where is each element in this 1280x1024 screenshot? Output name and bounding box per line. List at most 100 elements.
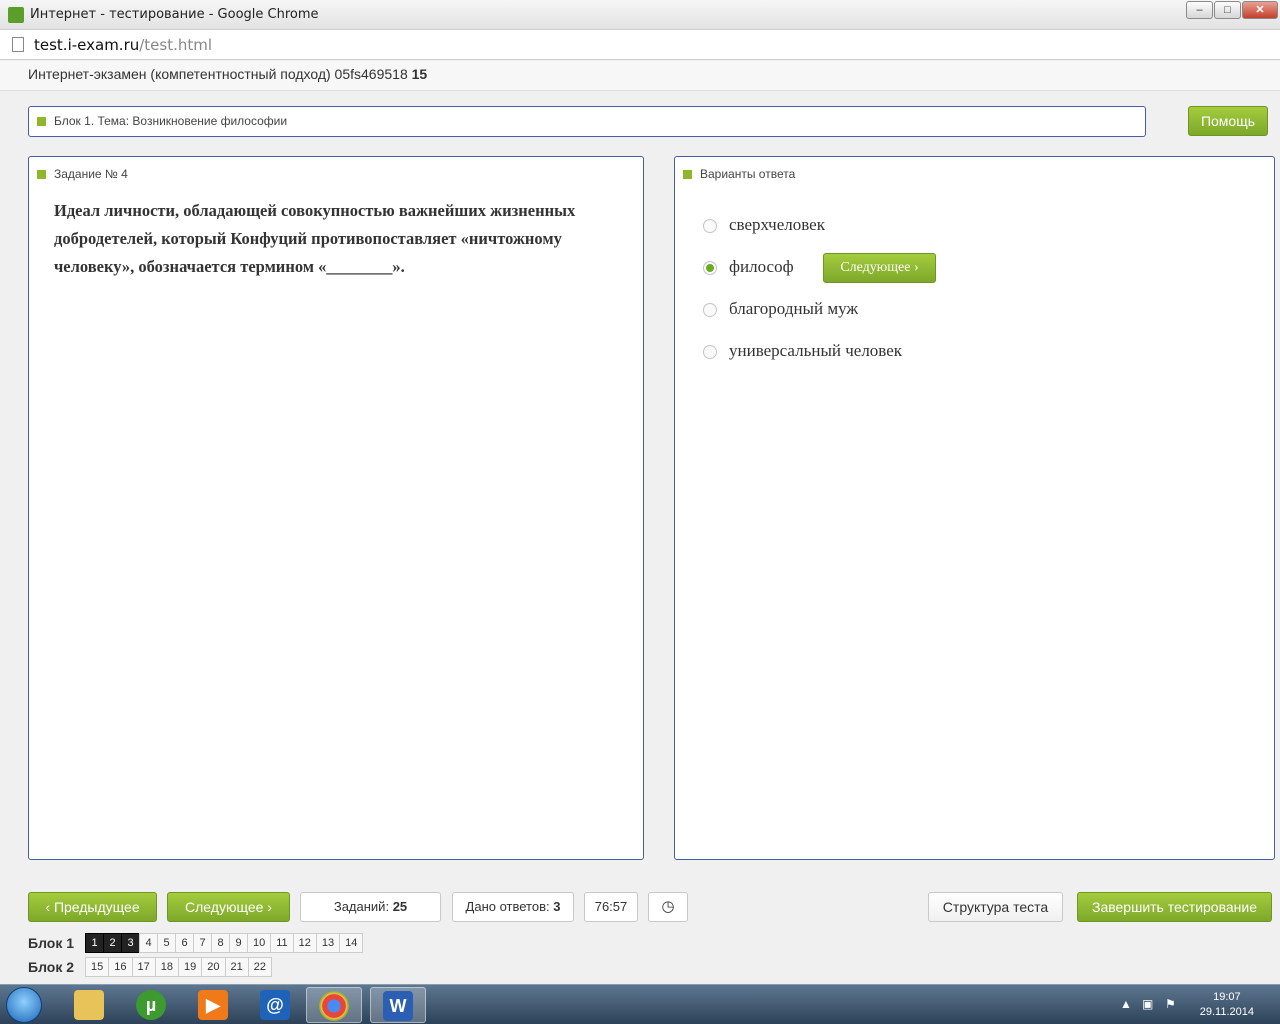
task-number-button[interactable]: 7 xyxy=(193,933,212,953)
task-number-button[interactable]: 18 xyxy=(154,957,179,977)
answer-option-text: универсальный человек xyxy=(729,341,903,360)
next-inline-button[interactable]: Следующее › xyxy=(823,253,936,283)
task-number-button[interactable]: 5 xyxy=(157,933,176,953)
media-player-icon: ▶ xyxy=(198,990,228,1020)
tasks-count-box: Заданий: 25 xyxy=(300,892,441,922)
url-host: test.i-exam.ru xyxy=(34,36,140,54)
windows-taskbar: µ ▶ @ W ▲ ▣ ⚑ 19:07 29.11.2014 xyxy=(0,984,1280,1024)
tasks-label: Заданий: xyxy=(333,899,390,914)
block-topic-label: Блок 1. Тема: Возникновение философии xyxy=(37,114,287,128)
taskbar-media-player[interactable]: ▶ xyxy=(186,987,242,1023)
chevron-left-icon: ‹ xyxy=(45,899,51,915)
task-number-button[interactable]: 4 xyxy=(139,933,158,953)
window-title: Интернет - тестирование - Google Chrome xyxy=(30,7,319,22)
timer-display: 76:57 xyxy=(584,892,638,922)
test-structure-button[interactable]: Структура теста xyxy=(928,892,1063,922)
exam-title-line: Интернет-экзамен (компетентностный подхо… xyxy=(28,66,427,82)
taskbar-mail-agent[interactable]: @ xyxy=(248,987,304,1023)
chrome-icon xyxy=(319,991,349,1021)
block-1-label: Блок 1 xyxy=(28,935,75,951)
start-button[interactable] xyxy=(6,987,42,1023)
url-text[interactable]: test.i-exam.ru/test.html xyxy=(34,36,212,54)
minimize-button[interactable]: – xyxy=(1186,1,1213,19)
task-panel: Задание № 4 Идеал личности, обладающей с… xyxy=(28,156,644,860)
task-number-button[interactable]: 14 xyxy=(339,933,364,953)
previous-label: Предыдущее xyxy=(53,899,140,915)
address-bar[interactable]: test.i-exam.ru/test.html xyxy=(0,30,1280,60)
task-number-button[interactable]: 1 xyxy=(85,933,104,953)
help-button[interactable]: Помощь xyxy=(1188,106,1268,136)
answers-label: Варианты ответа xyxy=(683,167,795,181)
tray-arrow-icon[interactable]: ▲ xyxy=(1120,997,1132,1011)
block-2-label: Блок 2 xyxy=(28,959,75,975)
word-icon: W xyxy=(383,991,413,1021)
close-button[interactable]: ✕ xyxy=(1242,1,1278,19)
task-label: Задание № 4 xyxy=(37,167,128,181)
radio-button-selected[interactable] xyxy=(703,261,717,275)
tasks-count: 25 xyxy=(392,899,408,914)
page-icon xyxy=(12,37,24,52)
maximize-button[interactable]: □ xyxy=(1214,1,1241,19)
answer-panel: Варианты ответа сверхчеловек философ Сле… xyxy=(674,156,1275,860)
task-number-button[interactable]: 3 xyxy=(121,933,140,953)
network-icon[interactable]: ▣ xyxy=(1142,997,1153,1011)
clock-time: 19:07 xyxy=(1213,991,1241,1003)
folder-icon xyxy=(74,990,104,1020)
taskbar-explorer[interactable] xyxy=(62,987,118,1023)
question-text: Идеал личности, обладающей совокупностью… xyxy=(54,201,576,276)
block-2-task-list: 15 16 17 18 19 20 21 22 xyxy=(85,957,272,977)
task-number-button[interactable]: 17 xyxy=(131,957,156,977)
url-path: /test.html xyxy=(139,36,213,54)
next-label: Следующее xyxy=(185,899,264,915)
clock-icon-button[interactable]: ◷ xyxy=(648,892,688,922)
answers-count-label: Дано ответов: xyxy=(465,899,550,914)
exam-header: Интернет-экзамен (компетентностный подхо… xyxy=(0,61,1280,91)
task-number-button[interactable]: 10 xyxy=(247,933,272,953)
radio-button[interactable] xyxy=(703,345,717,359)
block-1-task-list: 1 2 3 4 5 6 7 8 9 10 11 12 13 14 xyxy=(85,933,364,953)
answers-title: Варианты ответа xyxy=(700,167,796,181)
task-number-button[interactable]: 9 xyxy=(229,933,248,953)
exam-number: 15 xyxy=(411,66,428,82)
previous-button[interactable]: ‹ Предыдущее xyxy=(28,892,157,922)
answer-option-text: философ xyxy=(729,257,794,276)
chevron-right-icon: › xyxy=(913,260,919,275)
answers-count-box: Дано ответов: 3 xyxy=(452,892,574,922)
answers-count: 3 xyxy=(553,899,561,914)
task-number: Задание № 4 xyxy=(54,167,128,181)
task-number-button[interactable]: 22 xyxy=(247,957,272,977)
task-number-button[interactable]: 13 xyxy=(315,933,341,953)
task-number-button[interactable]: 11 xyxy=(270,933,294,953)
task-number-button[interactable]: 12 xyxy=(292,933,317,953)
task-number-button[interactable]: 20 xyxy=(201,957,226,977)
app-icon xyxy=(8,7,24,23)
clock-date: 29.11.2014 xyxy=(1199,1006,1254,1018)
taskbar-utorrent[interactable]: µ xyxy=(124,987,180,1023)
exam-title: Интернет-экзамен (компетентностный подхо… xyxy=(28,66,408,82)
task-number-button[interactable]: 8 xyxy=(211,933,230,953)
finish-test-button[interactable]: Завершить тестирование xyxy=(1077,892,1272,922)
task-number-button[interactable]: 15 xyxy=(85,957,110,977)
task-number-button[interactable]: 16 xyxy=(108,957,133,977)
task-number-button[interactable]: 6 xyxy=(175,933,194,953)
chevron-right-icon: › xyxy=(267,899,272,915)
task-number-button[interactable]: 2 xyxy=(103,933,122,953)
taskbar-word[interactable]: W xyxy=(370,987,426,1023)
taskbar-chrome[interactable] xyxy=(306,987,362,1023)
bullet-square-icon xyxy=(683,170,692,180)
mail-agent-icon: @ xyxy=(260,990,290,1020)
utorrent-icon: µ xyxy=(136,990,166,1020)
taskbar-clock[interactable]: 19:07 29.11.2014 xyxy=(1200,990,1254,1020)
task-number-button[interactable]: 19 xyxy=(178,957,203,977)
task-number-button[interactable]: 21 xyxy=(224,957,249,977)
bullet-square-icon xyxy=(37,170,46,180)
answer-option-text: благородный муж xyxy=(729,299,859,318)
next-inline-label: Следующее xyxy=(840,260,911,275)
window-titlebar: Интернет - тестирование - Google Chrome … xyxy=(0,0,1280,30)
radio-button[interactable] xyxy=(703,219,717,233)
radio-button[interactable] xyxy=(703,303,717,317)
action-center-flag-icon[interactable]: ⚑ xyxy=(1165,997,1176,1011)
bullet-square-icon xyxy=(37,117,46,127)
next-button[interactable]: Следующее › xyxy=(167,892,290,922)
answer-option-text: сверхчеловек xyxy=(729,215,825,234)
